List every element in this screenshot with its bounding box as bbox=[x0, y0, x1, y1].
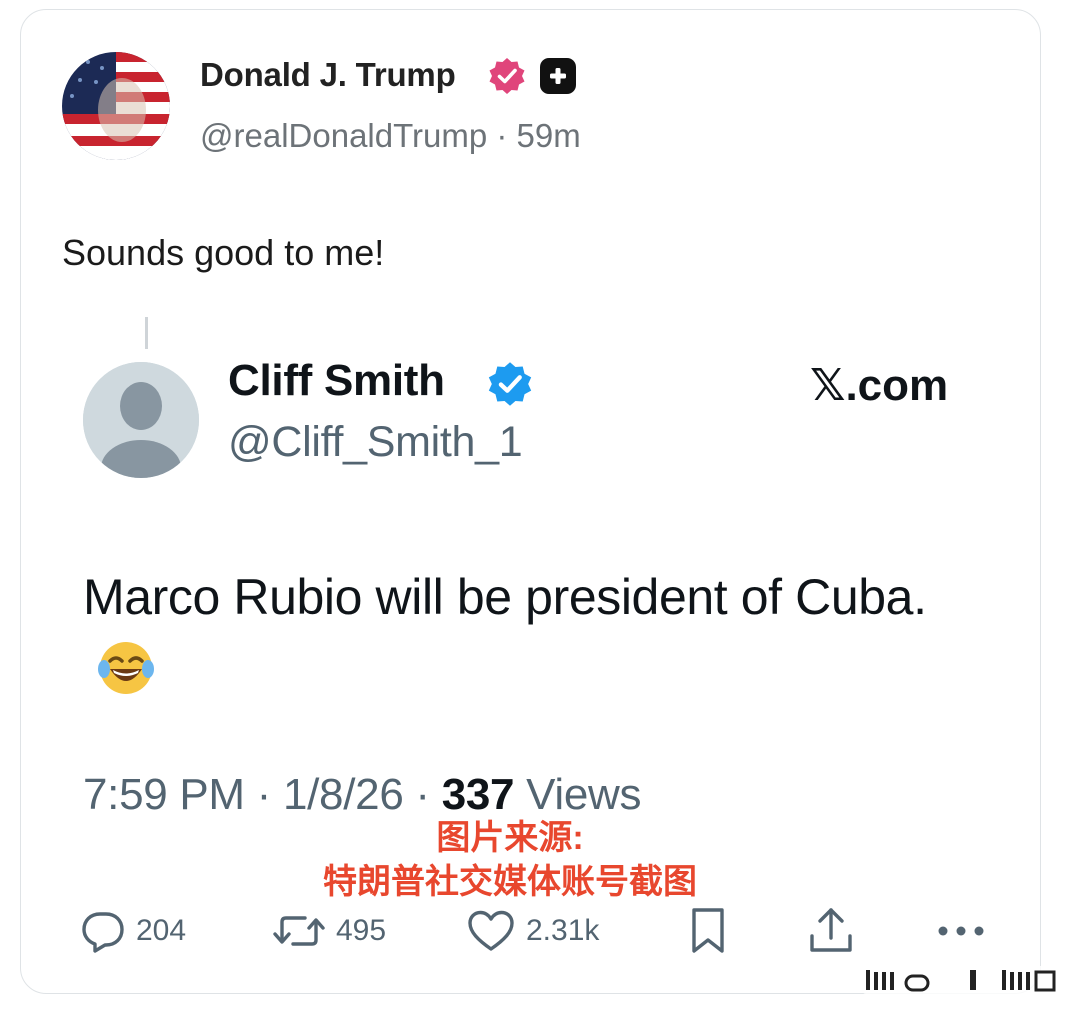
pink-verified-badge-icon bbox=[488, 57, 526, 95]
blue-verified-badge-icon bbox=[487, 361, 533, 407]
quoted-meta: 7:59 PM · 1/8/26 · 337 Views bbox=[83, 770, 642, 820]
quoted-text-body: Marco Rubio will be president of Cuba. bbox=[83, 569, 927, 625]
plus-badge-icon bbox=[540, 58, 576, 94]
laughing-tears-emoji-icon bbox=[97, 639, 155, 697]
more-options-button[interactable] bbox=[934, 906, 998, 956]
more-dots-icon bbox=[938, 926, 984, 936]
reply-button[interactable]: 204 bbox=[80, 906, 186, 956]
share-button[interactable] bbox=[806, 906, 866, 956]
quoted-author-name[interactable]: Cliff Smith bbox=[228, 356, 445, 406]
share-icon bbox=[810, 908, 852, 952]
reply-count: 204 bbox=[136, 914, 187, 947]
reply-icon bbox=[82, 912, 124, 953]
author-handle-time[interactable]: @realDonaldTrump · 59m bbox=[200, 117, 581, 155]
like-count: 2.31k bbox=[526, 914, 600, 947]
watermark-logo bbox=[862, 962, 1062, 996]
image-source-caption: 图片来源: 特朗普社交媒体账号截图 bbox=[280, 816, 740, 904]
caption-line-1: 图片来源: bbox=[436, 819, 584, 857]
quoted-author-handle[interactable]: @Cliff_Smith_1 bbox=[228, 418, 523, 467]
quoted-text: Marco Rubio will be president of Cuba. bbox=[83, 560, 943, 710]
repost-icon bbox=[273, 916, 325, 946]
repost-count: 495 bbox=[336, 914, 387, 947]
quoted-avatar[interactable] bbox=[83, 362, 199, 478]
quoted-timestamp[interactable]: 7:59 PM · 1/8/26 · bbox=[83, 770, 442, 819]
x-com-label: 𝕏.com bbox=[810, 361, 949, 410]
views-label: Views bbox=[514, 770, 642, 819]
like-button[interactable]: 2.31k bbox=[466, 906, 599, 956]
author-name[interactable]: Donald J. Trump bbox=[200, 56, 456, 94]
thread-line bbox=[145, 317, 148, 349]
heart-icon bbox=[468, 910, 514, 951]
bookmark-button[interactable] bbox=[688, 906, 738, 956]
post-text: Sounds good to me! bbox=[62, 232, 385, 273]
caption-line-2: 特朗普社交媒体账号截图 bbox=[323, 863, 697, 901]
repost-button[interactable]: 495 bbox=[272, 906, 386, 956]
avatar[interactable] bbox=[62, 52, 170, 160]
views-count: 337 bbox=[441, 770, 515, 819]
bookmark-icon bbox=[692, 908, 724, 953]
